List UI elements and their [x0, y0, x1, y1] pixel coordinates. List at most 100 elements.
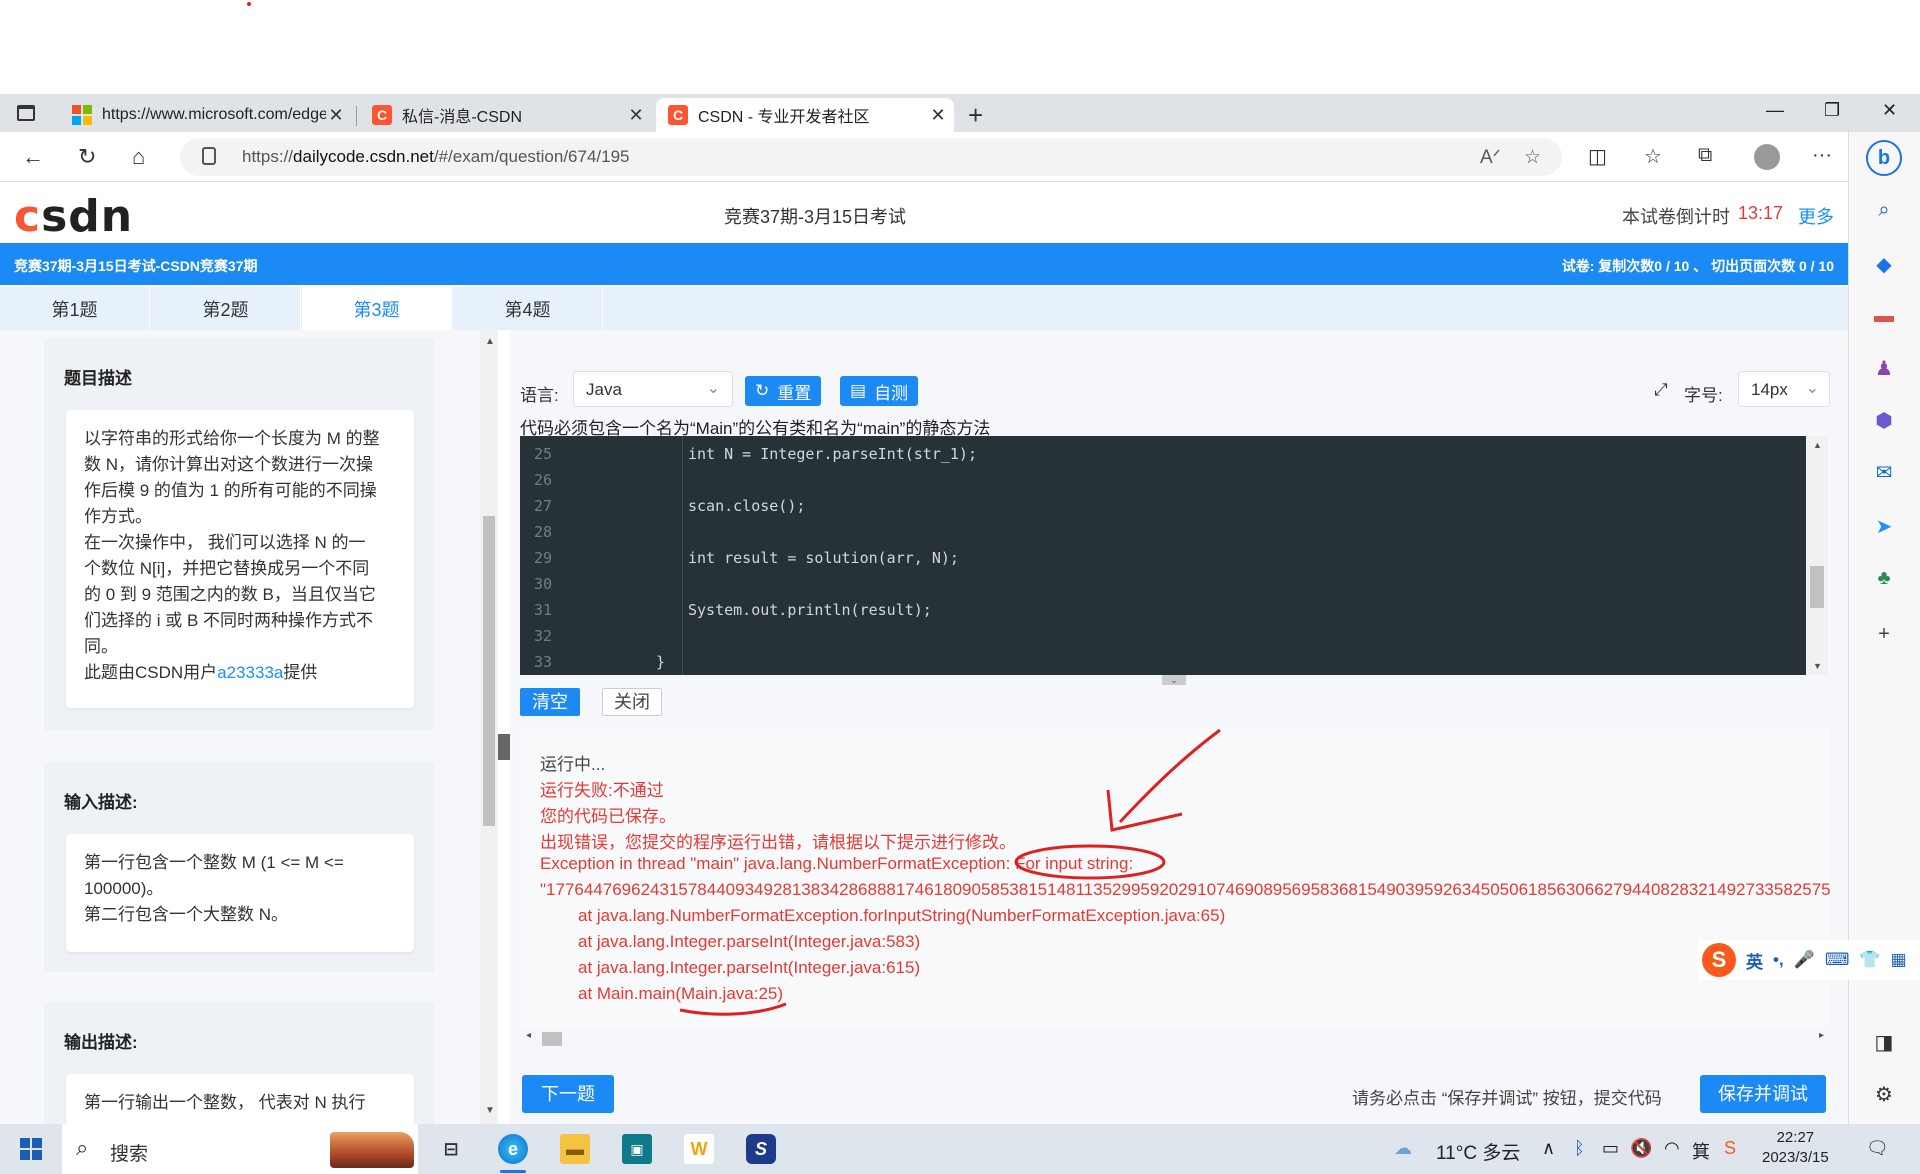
- scroll-down-icon[interactable]: ▼: [485, 1105, 495, 1116]
- scroll-right-icon[interactable]: ▸: [1819, 1030, 1824, 1041]
- close-button[interactable]: 关闭: [602, 688, 662, 716]
- search-icon[interactable]: ⌕: [1870, 196, 1898, 224]
- office-icon[interactable]: ⬢: [1870, 406, 1898, 434]
- outlook-icon[interactable]: ✉: [1870, 458, 1898, 486]
- scroll-thumb[interactable]: [1810, 566, 1824, 608]
- console-hscrollbar[interactable]: ◂ ▸: [520, 1030, 1830, 1046]
- tab-csdn-active[interactable]: C CSDN - 专业开发者社区 ✕: [656, 98, 954, 132]
- editor-scrollbar[interactable]: ▲ ▼: [1806, 436, 1828, 675]
- edge-app-icon[interactable]: e: [498, 1134, 528, 1164]
- next-question-button[interactable]: 下一题: [522, 1075, 614, 1113]
- ime-language[interactable]: 英: [1746, 948, 1763, 973]
- close-icon[interactable]: ✕: [928, 105, 948, 126]
- code-line: 28: [533, 523, 552, 541]
- more-link[interactable]: 更多: [1798, 203, 1834, 229]
- more-menu-icon[interactable]: ···: [1812, 144, 1832, 167]
- footer-tip: 请务必点击 “保存并调试” 按钮，提交代码: [1352, 1089, 1662, 1108]
- close-icon[interactable]: ✕: [626, 105, 646, 126]
- tab-question-3[interactable]: 第3题: [302, 287, 452, 330]
- app-icon[interactable]: ▣: [622, 1134, 652, 1164]
- add-favorite-icon[interactable]: ☆: [1524, 146, 1541, 169]
- url-input[interactable]: https://dailycode.csdn.net/#/exam/questi…: [180, 138, 1562, 176]
- notification-icon[interactable]: 🗨: [1866, 1138, 1889, 1159]
- send-icon[interactable]: ➤: [1870, 512, 1898, 540]
- credit-line: 此题由CSDN用户a23333a提供: [84, 663, 318, 682]
- read-aloud-icon[interactable]: Aᐟ: [1480, 146, 1501, 169]
- bluetooth-icon[interactable]: ᛒ: [1574, 1138, 1585, 1159]
- favorites-icon[interactable]: ☆: [1644, 144, 1662, 169]
- tools-icon[interactable]: ▬: [1870, 302, 1898, 330]
- weather-icon[interactable]: ☁: [1394, 1138, 1412, 1159]
- sidebar-toggle-icon[interactable]: ◨: [1870, 1028, 1898, 1056]
- csdn-logo[interactable]: csdn: [14, 191, 133, 242]
- panel-collapse-handle[interactable]: [498, 734, 510, 760]
- ime-indicator-icon[interactable]: 箕: [1692, 1138, 1710, 1164]
- problem-panel: 题目描述 以字符串的形式给你一个长度为 M 的整 数 N，请你计算出对这个数进行…: [0, 330, 480, 1124]
- taskbar-search[interactable]: ⌕ 搜索: [62, 1124, 418, 1174]
- tab-question-2[interactable]: 第2题: [151, 287, 301, 330]
- editor-resize-handle[interactable]: ⌄: [1162, 675, 1186, 685]
- font-size-select[interactable]: 14px ⌄: [1738, 371, 1830, 407]
- split-screen-icon[interactable]: ◫: [1588, 144, 1607, 169]
- scroll-thumb[interactable]: [483, 516, 495, 826]
- ime-toolbar[interactable]: S 英 •, 🎤 ⌨ 👕 ▦: [1698, 940, 1920, 980]
- selftest-button[interactable]: ▤ 自测: [840, 376, 919, 406]
- punctuation-icon[interactable]: •,: [1773, 950, 1784, 970]
- shopping-tag-icon[interactable]: ◆: [1870, 250, 1898, 278]
- tab-actions-icon[interactable]: [14, 102, 38, 124]
- tab-microsoft-edge[interactable]: https://www.microsoft.com/edge ✕: [60, 98, 352, 132]
- wps-icon[interactable]: W: [684, 1134, 714, 1164]
- tab-csdn-messages[interactable]: C 私信-消息-CSDN ✕: [360, 98, 652, 132]
- tree-icon[interactable]: ♣: [1870, 564, 1898, 592]
- profile-avatar[interactable]: [1754, 144, 1780, 170]
- file-explorer-icon[interactable]: ▬: [560, 1134, 590, 1164]
- new-tab-icon[interactable]: +: [968, 100, 983, 131]
- sogou-tray-icon[interactable]: S: [1724, 1138, 1736, 1159]
- back-icon[interactable]: ←: [22, 144, 44, 170]
- scroll-up-icon[interactable]: ▲: [1813, 440, 1822, 450]
- scroll-left-icon[interactable]: ◂: [526, 1030, 531, 1041]
- home-icon[interactable]: ⌂: [132, 144, 145, 170]
- banner-title: 竞赛37期-3月15日考试-CSDN竞赛37期: [14, 258, 258, 274]
- active-app-indicator: [500, 1170, 526, 1173]
- bing-icon[interactable]: b: [1866, 140, 1902, 176]
- lock-icon: [202, 147, 216, 165]
- clear-button[interactable]: 清空: [520, 688, 580, 716]
- keyboard-icon[interactable]: ⌨: [1825, 950, 1850, 970]
- app-s-icon[interactable]: S: [746, 1134, 776, 1164]
- restore-icon[interactable]: ❐: [1824, 100, 1840, 121]
- volume-muted-icon[interactable]: 🔇: [1630, 1138, 1652, 1159]
- tray-chevron-icon[interactable]: ∧: [1542, 1138, 1555, 1159]
- battery-icon[interactable]: ▭: [1602, 1138, 1619, 1159]
- code-editor[interactable]: 25 int N = Integer.parseInt(str_1); 26 27…: [520, 436, 1806, 675]
- microphone-icon[interactable]: 🎤: [1794, 950, 1815, 970]
- save-debug-button[interactable]: 保存并调试: [1700, 1075, 1826, 1113]
- skin-icon[interactable]: 👕: [1859, 950, 1880, 970]
- credit-user-link[interactable]: a23333a: [217, 663, 283, 682]
- window-close-icon[interactable]: ✕: [1882, 100, 1897, 121]
- grid-menu-icon[interactable]: ▦: [1891, 950, 1907, 970]
- scroll-up-icon[interactable]: ▲: [485, 336, 495, 347]
- wifi-icon[interactable]: ◠: [1664, 1138, 1680, 1159]
- weather-text[interactable]: 11°C 多云: [1436, 1138, 1520, 1165]
- tab-question-1[interactable]: 第1题: [0, 287, 150, 330]
- add-icon[interactable]: +: [1870, 620, 1898, 648]
- settings-gear-icon[interactable]: ⚙: [1870, 1080, 1898, 1108]
- close-icon[interactable]: ✕: [326, 105, 346, 126]
- games-icon[interactable]: ♟: [1870, 354, 1898, 382]
- refresh-icon[interactable]: ↻: [78, 144, 96, 170]
- minimize-icon[interactable]: —: [1766, 100, 1784, 121]
- desktop-top-area: [0, 0, 1920, 94]
- problem-scrollbar[interactable]: ▲ ▼: [480, 330, 498, 1124]
- reset-button[interactable]: ↻ 重置: [745, 376, 822, 406]
- scroll-thumb[interactable]: [542, 1032, 562, 1046]
- scroll-down-icon[interactable]: ▼: [1813, 661, 1822, 671]
- language-select[interactable]: Java ⌄: [573, 371, 733, 407]
- clock[interactable]: 22:27 2023/3/15: [1762, 1128, 1829, 1168]
- fullscreen-icon[interactable]: ⤢: [1654, 380, 1668, 400]
- task-view-icon[interactable]: ⊟: [436, 1134, 466, 1164]
- windows-start-icon[interactable]: [20, 1138, 42, 1160]
- tab-question-4[interactable]: 第4题: [453, 287, 603, 330]
- collections-icon[interactable]: ⧉: [1698, 144, 1712, 167]
- output-console: 运行中... 运行失败:不通过 您的代码已保存。 出现错误，您提交的程序运行出错…: [520, 728, 1830, 1046]
